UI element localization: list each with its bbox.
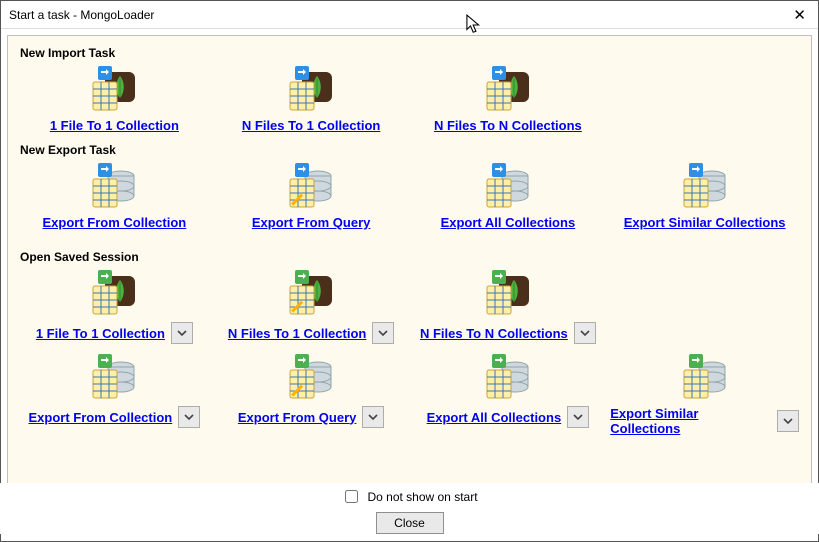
session-export-grid: Export From Collection Export From Query… [16, 352, 803, 442]
task-label-row: Export All Collections [427, 406, 590, 428]
task-label-row: N Files To 1 Collection [242, 118, 380, 133]
task-label-row: Export Similar Collections [610, 406, 799, 436]
task-link[interactable]: N Files To N Collections [420, 326, 568, 341]
import-one-icon[interactable] [287, 66, 335, 114]
chevron-down-icon[interactable] [171, 322, 193, 344]
session-import-icon[interactable] [90, 270, 138, 318]
task-label-row: N Files To N Collections [434, 118, 582, 133]
task-cell: Export All Collections [410, 161, 607, 236]
export-grid: Export From Collection Export From Query… [16, 161, 803, 236]
chevron-down-icon[interactable] [362, 406, 384, 428]
chevron-down-icon[interactable] [574, 322, 596, 344]
export-db-icon[interactable] [681, 163, 729, 211]
task-label-row: N Files To N Collections [420, 322, 596, 344]
task-label-row: 1 File To 1 Collection [36, 322, 193, 344]
task-link[interactable]: Export From Collection [43, 215, 187, 230]
task-link[interactable]: 1 File To 1 Collection [36, 326, 165, 341]
section-session-header: Open Saved Session [20, 250, 803, 264]
session-export-edit-icon[interactable] [287, 354, 335, 402]
task-cell: N Files To 1 Collection [213, 268, 410, 350]
titlebar: Start a task - MongoLoader ✕ [1, 1, 818, 29]
task-label-row: Export From Query [252, 215, 370, 230]
task-cell: Export From Collection [16, 352, 213, 442]
task-link[interactable]: N Files To 1 Collection [228, 326, 366, 341]
task-label-row: Export From Collection [43, 215, 187, 230]
session-export-icon[interactable] [484, 354, 532, 402]
close-icon[interactable]: ✕ [789, 6, 810, 24]
task-link[interactable]: Export From Query [252, 215, 370, 230]
do-not-show-checkbox[interactable]: Do not show on start [341, 487, 477, 506]
export-db-icon[interactable] [484, 163, 532, 211]
task-link[interactable]: N Files To 1 Collection [242, 118, 380, 133]
session-export-icon[interactable] [681, 354, 729, 402]
task-link[interactable]: Export All Collections [441, 215, 576, 230]
task-link[interactable]: Export From Query [238, 410, 356, 425]
import-one-icon[interactable] [484, 66, 532, 114]
import-grid: 1 File To 1 Collection N Files To 1 Coll… [16, 64, 803, 139]
task-cell: Export From Collection [16, 161, 213, 236]
task-cell: Export Similar Collections [606, 161, 803, 236]
export-db-icon[interactable] [90, 163, 138, 211]
section-export-header: New Export Task [20, 143, 803, 157]
task-cell: Export From Query [213, 161, 410, 236]
window-title: Start a task - MongoLoader [9, 8, 154, 22]
task-link[interactable]: Export Similar Collections [610, 406, 771, 436]
chevron-down-icon[interactable] [567, 406, 589, 428]
task-cell: N Files To 1 Collection [213, 64, 410, 139]
task-label-row: N Files To 1 Collection [228, 322, 394, 344]
task-link[interactable]: N Files To N Collections [434, 118, 582, 133]
task-cell: Export Similar Collections [606, 352, 803, 442]
session-import-edit-icon[interactable] [287, 270, 335, 318]
session-import-grid: 1 File To 1 Collection N Files To 1 Coll… [16, 268, 803, 350]
task-link[interactable]: Export From Collection [29, 410, 173, 425]
session-export-icon[interactable] [90, 354, 138, 402]
main-panel: New Import Task 1 File To 1 Collection N… [7, 35, 812, 507]
task-cell: Export From Query [213, 352, 410, 442]
task-label-row: Export From Collection [29, 406, 201, 428]
section-import-header: New Import Task [20, 46, 803, 60]
import-one-icon[interactable] [90, 66, 138, 114]
task-link[interactable]: Export All Collections [427, 410, 562, 425]
task-cell: N Files To N Collections [410, 64, 607, 139]
task-link[interactable]: 1 File To 1 Collection [50, 118, 179, 133]
task-label-row: Export From Query [238, 406, 384, 428]
session-import-icon[interactable] [484, 270, 532, 318]
task-link[interactable]: Export Similar Collections [624, 215, 786, 230]
task-cell: 1 File To 1 Collection [16, 268, 213, 350]
do-not-show-label: Do not show on start [367, 490, 477, 504]
close-button[interactable]: Close [376, 512, 444, 534]
chevron-down-icon[interactable] [178, 406, 200, 428]
chevron-down-icon[interactable] [777, 410, 799, 432]
task-cell: N Files To N Collections [410, 268, 607, 350]
task-label-row: 1 File To 1 Collection [50, 118, 179, 133]
export-db-edit-icon[interactable] [287, 163, 335, 211]
task-cell: Export All Collections [410, 352, 607, 442]
chevron-down-icon[interactable] [372, 322, 394, 344]
do-not-show-checkbox-input[interactable] [345, 490, 358, 503]
task-label-row: Export All Collections [441, 215, 576, 230]
bottom-bar: Do not show on start Close [0, 483, 819, 534]
task-cell: 1 File To 1 Collection [16, 64, 213, 139]
task-label-row: Export Similar Collections [624, 215, 786, 230]
